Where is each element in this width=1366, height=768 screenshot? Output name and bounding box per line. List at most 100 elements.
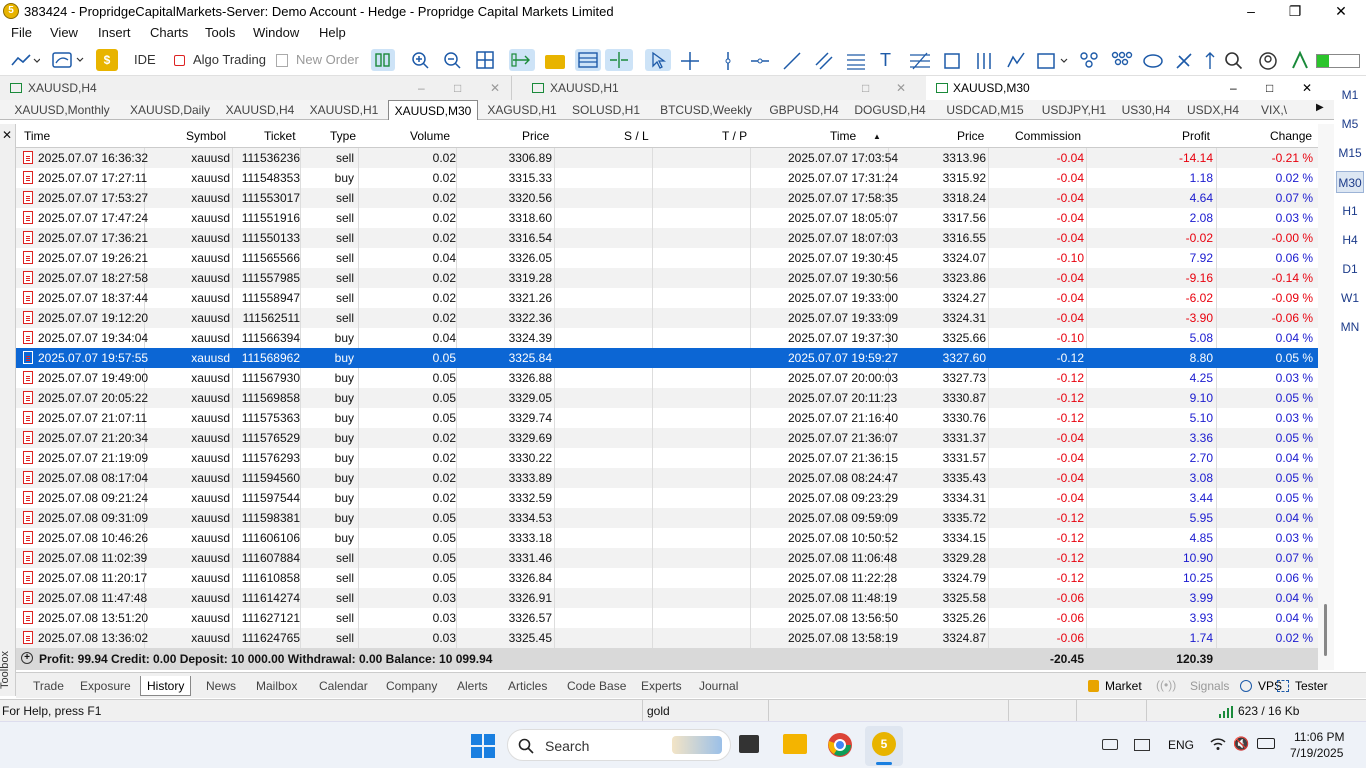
tab-exposure[interactable]: Exposure xyxy=(80,676,131,696)
tf-m15[interactable]: M15 xyxy=(1336,142,1364,164)
scrollbar-thumb[interactable] xyxy=(1324,604,1327,656)
table-row[interactable]: 2025.07.07 17:47:24 xauusd 111551916 sell 0.… xyxy=(16,208,1318,228)
window-tab-xauusd-h4[interactable]: XAUUSD,H4 – □ ✕ xyxy=(0,76,512,100)
tab-articles[interactable]: Articles xyxy=(508,676,547,696)
expand-icon[interactable]: + xyxy=(21,652,33,664)
image-icon[interactable] xyxy=(1036,51,1070,71)
tab-calendar[interactable]: Calendar xyxy=(319,676,368,696)
tf-mn[interactable]: MN xyxy=(1336,316,1364,338)
table-row[interactable]: 2025.07.07 21:20:34 xauusd 111576529 buy 0.0… xyxy=(16,428,1318,448)
symbol-tab-active[interactable]: XAUUSD,M30 xyxy=(388,100,478,120)
arrows-icon[interactable] xyxy=(1203,51,1217,71)
table-row[interactable]: 2025.07.08 09:31:09 xauusd 111598381 buy 0.0… xyxy=(16,508,1318,528)
col-time[interactable]: Time xyxy=(24,129,50,143)
zoom-out-icon[interactable] xyxy=(444,52,462,70)
metatrader-taskbar-button[interactable]: 5 xyxy=(865,726,903,766)
table-row[interactable]: 2025.07.07 17:27:11 xauusd 111548353 buy 0.0… xyxy=(16,168,1318,188)
table-row[interactable]: 2025.07.08 13:36:02 xauusd 111624765 sell 0.… xyxy=(16,628,1318,648)
symbol-tab[interactable]: XAUUSD,H1 xyxy=(304,100,384,120)
symbol-tab[interactable]: XAUUSD,H4 xyxy=(220,100,300,120)
table-row[interactable]: 2025.07.07 17:36:21 xauusd 111550133 sell 0.… xyxy=(16,228,1318,248)
col-change[interactable]: Change xyxy=(1270,129,1312,143)
tab-alerts[interactable]: Alerts xyxy=(457,676,488,696)
table-row[interactable]: 2025.07.08 11:47:48 xauusd 111614274 sell 0.… xyxy=(16,588,1318,608)
close-button[interactable]: ✕ xyxy=(1318,0,1364,22)
col-ticket[interactable]: Ticket xyxy=(264,129,296,143)
restore-icon[interactable]: □ xyxy=(862,76,869,100)
tab-history[interactable]: History xyxy=(140,676,192,696)
symbol-tab[interactable]: VIX,\ xyxy=(1250,100,1298,120)
table-row[interactable]: 2025.07.07 19:12:20 xauusd 111562511 sell 0.… xyxy=(16,308,1318,328)
symbol-tab[interactable]: USDX,H4 xyxy=(1180,100,1246,120)
table-row[interactable]: 2025.07.07 18:37:44 xauusd 111558947 sell 0.… xyxy=(16,288,1318,308)
symbol-tab[interactable]: GBPUSD,H4 xyxy=(764,100,844,120)
folder-icon[interactable] xyxy=(545,55,565,69)
crosshair-icon[interactable] xyxy=(680,51,700,71)
tf-d1[interactable]: D1 xyxy=(1336,258,1364,280)
horizontal-line-icon[interactable] xyxy=(750,51,770,71)
chart-shift-icon[interactable] xyxy=(575,49,601,71)
col-price[interactable]: Price xyxy=(522,129,549,143)
table-row[interactable]: 2025.07.08 08:17:04 xauusd 111594560 buy 0.0… xyxy=(16,468,1318,488)
close-icon[interactable]: ✕ xyxy=(896,76,906,100)
tab-scroll-right-icon[interactable]: ▶ xyxy=(1316,102,1324,113)
shift-end-icon[interactable] xyxy=(605,49,633,71)
table-row[interactable]: 2025.07.07 17:53:27 xauusd 111553017 sell 0.… xyxy=(16,188,1318,208)
language-indicator[interactable]: ENG xyxy=(1168,738,1194,752)
col-type[interactable]: Type xyxy=(330,129,356,143)
tab-experts[interactable]: Experts xyxy=(641,676,682,696)
minimize-icon[interactable]: – xyxy=(418,76,425,100)
objects-list-icon[interactable] xyxy=(1078,50,1102,72)
gann-icon[interactable] xyxy=(909,51,931,71)
clock-date[interactable]: 7/19/2025 xyxy=(1290,746,1343,760)
pitchfork-icon[interactable] xyxy=(974,51,994,71)
minimize-button[interactable]: – xyxy=(1228,0,1274,22)
symbol-tab[interactable]: BTCUSD,Weekly xyxy=(652,100,760,120)
table-row[interactable]: 2025.07.07 16:36:32 xauusd 111536236 sell 0.… xyxy=(16,148,1318,168)
table-row[interactable]: 2025.07.07 21:07:11 xauusd 111575363 buy 0.0… xyxy=(16,408,1318,428)
symbol-tab[interactable]: XAUUSD,Monthly xyxy=(8,100,116,120)
vertical-line-icon[interactable] xyxy=(720,51,736,71)
channel-icon[interactable] xyxy=(814,51,834,71)
windows-start-icon[interactable] xyxy=(471,734,495,758)
zoom-in-icon[interactable] xyxy=(412,52,430,70)
menu-help[interactable]: Help xyxy=(319,25,346,40)
fibonacci-icon[interactable] xyxy=(846,51,866,71)
col-close-time[interactable]: Time xyxy=(830,129,856,143)
table-row[interactable]: 2025.07.08 13:51:20 xauusd 111627121 sell 0.… xyxy=(16,608,1318,628)
display-icon[interactable] xyxy=(1134,739,1150,751)
toolbox-close-icon[interactable]: ✕ xyxy=(2,128,12,142)
table-row[interactable]: 2025.07.07 19:34:04 xauusd 111566394 buy 0.0… xyxy=(16,328,1318,348)
symbol-tab[interactable]: USDJPY,H1 xyxy=(1036,100,1112,120)
search-icon[interactable] xyxy=(1224,51,1244,71)
menu-tools[interactable]: Tools xyxy=(205,25,235,40)
profile-name[interactable]: gold xyxy=(647,704,670,718)
table-row[interactable]: 2025.07.07 19:57:55 xauusd 111568962 buy 0.0… xyxy=(16,348,1318,368)
table-row[interactable]: 2025.07.07 19:26:21 xauusd 111565566 sell 0.… xyxy=(16,248,1318,268)
volume-icon[interactable]: 🔇 xyxy=(1233,736,1249,752)
task-view-icon[interactable] xyxy=(739,735,759,753)
tf-m5[interactable]: M5 xyxy=(1336,113,1364,135)
tab-news[interactable]: News xyxy=(206,676,236,696)
metaeditor-icon[interactable] xyxy=(1290,50,1310,72)
maximize-button[interactable]: ❐ xyxy=(1272,0,1318,22)
menu-view[interactable]: View xyxy=(50,25,78,40)
battery-icon[interactable] xyxy=(1257,738,1275,749)
tf-m1[interactable]: M1 xyxy=(1336,84,1364,106)
table-row[interactable]: 2025.07.08 11:20:17 xauusd 111610858 sell 0.… xyxy=(16,568,1318,588)
close-icon[interactable]: ✕ xyxy=(1302,76,1312,100)
account-icon[interactable] xyxy=(1258,51,1278,71)
symbol-tab[interactable]: DOGUSD,H4 xyxy=(848,100,932,120)
tools-icon[interactable] xyxy=(1174,51,1196,71)
window-tab-xauusd-h1[interactable]: XAUUSD,H1 □ ✕ xyxy=(522,76,920,100)
line-chart-icon[interactable] xyxy=(10,52,40,68)
indicator-icon[interactable] xyxy=(52,51,88,69)
shapes-icon[interactable] xyxy=(942,51,962,71)
tab-code-base[interactable]: Code Base xyxy=(567,676,626,696)
vertical-scrollbar[interactable] xyxy=(1318,124,1334,670)
tab-journal[interactable]: Journal xyxy=(699,676,738,696)
table-row[interactable]: 2025.07.08 10:46:26 xauusd 111606106 buy 0.0… xyxy=(16,528,1318,548)
col-profit[interactable]: Profit xyxy=(1182,129,1210,143)
tab-trade[interactable]: Trade xyxy=(33,676,64,696)
chrome-icon[interactable] xyxy=(827,732,853,758)
